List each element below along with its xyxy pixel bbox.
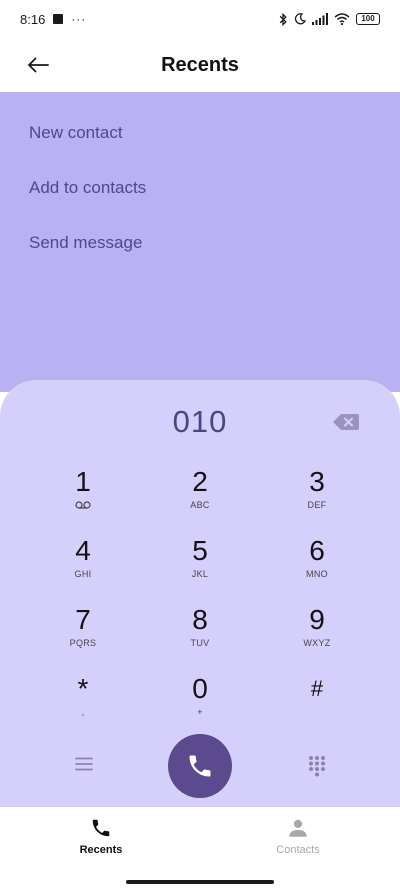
voicemail-icon	[75, 501, 91, 509]
home-indicator[interactable]	[126, 880, 274, 884]
key-digit: 5	[192, 535, 208, 566]
bottom-nav: Recents Contacts	[0, 807, 400, 889]
send-message-option[interactable]: Send message	[29, 233, 142, 253]
key-0[interactable]: 0 +	[150, 673, 250, 731]
key-3[interactable]: 3 DEF	[267, 466, 367, 524]
key-2[interactable]: 2 ABC	[150, 466, 250, 524]
key-letters: DEF	[307, 500, 327, 510]
key-letters: ABC	[190, 500, 210, 510]
arrow-left-icon	[28, 57, 49, 73]
call-button[interactable]	[168, 734, 232, 798]
key-letters: +	[197, 707, 203, 717]
key-6[interactable]: 6 MNO	[267, 535, 367, 593]
key-digit: 7	[75, 604, 91, 635]
notification-icon	[53, 14, 64, 24]
phone-icon	[189, 755, 211, 777]
new-contact-option[interactable]: New contact	[29, 123, 123, 143]
key-digit: 1	[75, 466, 91, 497]
key-digit: 0	[192, 673, 208, 704]
dialpad-grid-icon	[309, 756, 325, 777]
key-letters: PQRS	[69, 638, 97, 648]
menu-icon	[75, 757, 93, 771]
key-digit: 4	[75, 535, 91, 566]
nav-recents[interactable]: Recents	[41, 817, 161, 856]
person-icon	[289, 819, 307, 837]
key-digit: 6	[309, 535, 325, 566]
backspace-button[interactable]	[332, 412, 360, 432]
key-letters: TUV	[190, 638, 210, 648]
key-5[interactable]: 5 JKL	[150, 535, 250, 593]
phone-icon	[92, 819, 110, 837]
signal-icon	[312, 13, 328, 25]
key-star[interactable]: * ,	[33, 673, 133, 731]
add-to-contacts-option[interactable]: Add to contacts	[29, 178, 146, 198]
battery-icon: 100	[356, 13, 380, 25]
key-digit: 3	[309, 466, 325, 497]
nav-contacts[interactable]: Contacts	[238, 817, 358, 856]
header: Recents	[0, 38, 400, 92]
key-letters: MNO	[306, 569, 328, 579]
key-7[interactable]: 7 PQRS	[33, 604, 133, 662]
status-time: 8:16	[20, 11, 46, 27]
key-letters: ,	[81, 707, 85, 717]
wifi-icon	[334, 13, 350, 25]
menu-button[interactable]	[70, 752, 98, 776]
key-letters: JKL	[191, 569, 209, 579]
key-8[interactable]: 8 TUV	[150, 604, 250, 662]
key-letters: WXYZ	[303, 638, 331, 648]
key-digit: 2	[192, 466, 208, 497]
page-title: Recents	[161, 53, 239, 76]
key-digit: 9	[309, 604, 325, 635]
key-digit: #	[310, 676, 324, 701]
options-panel: New contact Add to contacts Send message	[0, 92, 400, 392]
nav-label: Recents	[79, 844, 123, 856]
back-button[interactable]	[22, 50, 54, 80]
key-digit: *	[77, 673, 89, 704]
nav-label: Contacts	[276, 844, 320, 856]
status-bar: 8:16 ··· 100	[0, 0, 400, 38]
status-left: 8:16 ···	[20, 12, 86, 27]
dialpad: 010 1 2 ABC 3 DEF 4 GHI 5 JKL 6 MNO 7 PQ…	[0, 380, 400, 807]
key-1[interactable]: 1	[33, 466, 133, 524]
key-4[interactable]: 4 GHI	[33, 535, 133, 593]
key-digit: 8	[192, 604, 208, 635]
status-right: 100	[278, 12, 380, 26]
backspace-icon	[333, 414, 359, 430]
more-notifications-icon: ···	[71, 12, 87, 26]
moon-icon	[294, 13, 306, 25]
key-letters: GHI	[74, 569, 92, 579]
key-9[interactable]: 9 WXYZ	[267, 604, 367, 662]
dialpad-toggle-button[interactable]	[303, 752, 331, 780]
key-hash[interactable]: #	[267, 673, 367, 731]
bluetooth-icon	[279, 12, 287, 26]
